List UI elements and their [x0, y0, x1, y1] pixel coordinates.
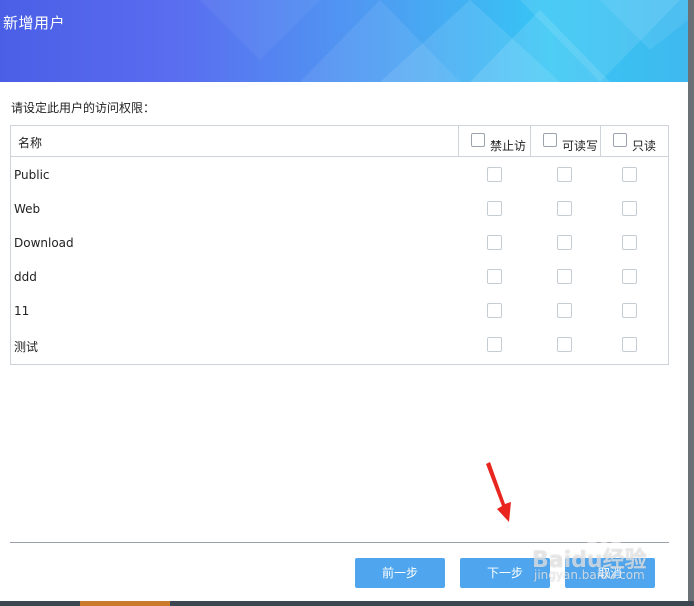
readwrite-column-label: 可读写: [562, 139, 599, 153]
footer-divider: [10, 542, 669, 543]
readonly-checkbox[interactable]: [622, 235, 637, 250]
deny-checkbox[interactable]: [487, 303, 502, 318]
share-name: 测试: [14, 340, 39, 354]
header-pattern: [200, 0, 688, 82]
share-name: ddd: [14, 270, 37, 284]
red-arrow-annotation: [486, 462, 511, 522]
name-column-header: 名称: [18, 136, 43, 150]
readonly-all-checkbox[interactable]: [613, 133, 627, 147]
readwrite-column-header: 可读写: [530, 126, 601, 156]
deny-checkbox[interactable]: [487, 201, 502, 216]
readwrite-checkbox[interactable]: [557, 337, 572, 352]
readonly-checkbox[interactable]: [622, 167, 637, 182]
share-name: Download: [14, 236, 74, 250]
dialog-header: 新增用户: [0, 0, 688, 82]
readonly-checkbox[interactable]: [622, 201, 637, 216]
share-name: Web: [14, 202, 41, 216]
deny-column-label: 禁止访: [490, 139, 527, 153]
readonly-checkbox[interactable]: [622, 269, 637, 284]
readonly-checkbox[interactable]: [622, 337, 637, 352]
background-edge: [688, 0, 694, 606]
table-row: Web: [11, 191, 668, 225]
readwrite-checkbox[interactable]: [557, 303, 572, 318]
deny-all-checkbox[interactable]: [471, 133, 485, 147]
add-user-dialog: 新增用户 请设定此用户的访问权限： 名称 禁止访 可读写 只读 Public W…: [0, 0, 688, 606]
table-row: 测试: [11, 327, 668, 361]
table-row: 11: [11, 293, 668, 327]
permission-table: 名称 禁止访 可读写 只读 Public Web Download ddd 11…: [10, 125, 669, 365]
readwrite-checkbox[interactable]: [557, 201, 572, 216]
table-row: Download: [11, 225, 668, 259]
readwrite-checkbox[interactable]: [557, 167, 572, 182]
dialog-title: 新增用户: [3, 14, 66, 32]
deny-checkbox[interactable]: [487, 337, 502, 352]
readwrite-all-checkbox[interactable]: [543, 133, 557, 147]
readwrite-checkbox[interactable]: [557, 235, 572, 250]
share-name: 11: [14, 304, 30, 318]
deny-column-header: 禁止访: [458, 126, 531, 156]
readonly-checkbox[interactable]: [622, 303, 637, 318]
prev-step-button[interactable]: 前一步: [355, 558, 445, 588]
table-header: 名称 禁止访 可读写 只读: [11, 126, 668, 157]
readwrite-checkbox[interactable]: [557, 269, 572, 284]
deny-checkbox[interactable]: [487, 235, 502, 250]
next-step-button[interactable]: 下一步: [460, 558, 550, 588]
table-row: Public: [11, 157, 668, 191]
readonly-column-label: 只读: [632, 139, 657, 153]
taskbar-strip: [0, 601, 694, 606]
readonly-column-header: 只读: [600, 126, 669, 156]
permission-prompt: 请设定此用户的访问权限：: [11, 101, 156, 115]
cancel-button[interactable]: 取消: [565, 558, 655, 588]
table-row: ddd: [11, 259, 668, 293]
deny-checkbox[interactable]: [487, 167, 502, 182]
share-name: Public: [14, 168, 50, 182]
deny-checkbox[interactable]: [487, 269, 502, 284]
